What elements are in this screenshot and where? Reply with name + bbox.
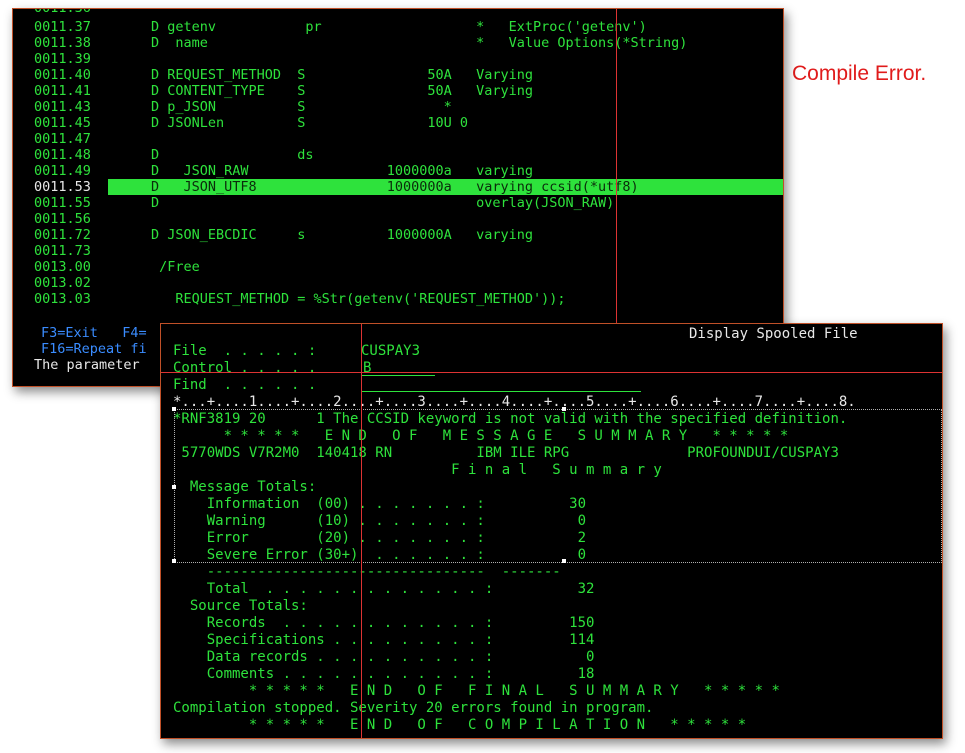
function-key-legend-2: F16=Repeat fi <box>41 341 147 357</box>
source-line-code[interactable]: D ds <box>151 147 314 163</box>
control-label: Control . . . . . <box>173 360 317 376</box>
window-title: Display Spooled File <box>689 326 858 342</box>
source-line-seq: 0011.43 <box>34 99 91 115</box>
source-line-code[interactable]: D getenv pr * ExtProc('getenv') <box>151 19 647 35</box>
source-line-seq: 0013.00 <box>34 259 91 275</box>
source-line-code[interactable]: D p_JSON S * <box>151 99 452 115</box>
source-line-seq: 0011.41 <box>34 83 91 99</box>
find-input[interactable] <box>361 391 641 392</box>
source-line-seq: 0011.55 <box>34 195 91 211</box>
source-line-code[interactable]: D JSONLen S 10U 0 <box>151 115 468 131</box>
file-value: CUSPAY3 <box>361 343 421 359</box>
spool-report-line: --------------------------------- ------… <box>173 564 561 580</box>
selection-handle[interactable] <box>172 407 176 411</box>
source-line-seq: 0013.02 <box>34 275 91 291</box>
selection-handle[interactable] <box>562 559 566 563</box>
file-label: File . . . . . : <box>173 343 317 359</box>
spool-report-line: Source Totals: <box>173 598 308 614</box>
cursor-crosshair-vertical <box>361 324 362 738</box>
source-line-code[interactable]: /Free <box>151 259 200 275</box>
selection-handle[interactable] <box>562 407 566 411</box>
spool-report-line: Compilation stopped. Severity 20 errors … <box>173 700 654 716</box>
display-spooled-file-window: Display Spooled File File . . . . . : CU… <box>160 323 943 739</box>
source-line-code[interactable]: D JSON_RAW 1000000a varying <box>151 163 533 179</box>
editor-message-line: The parameter <box>34 357 140 373</box>
source-line-seq: 0011.72 <box>34 227 91 243</box>
source-line-seq: 0011.48 <box>34 147 91 163</box>
spool-report-line: * * * * * E N D O F C O M P I L A T I O … <box>173 717 747 733</box>
selection-handle[interactable] <box>172 559 176 563</box>
source-line-code[interactable]: D name * Value Options(*String) <box>151 35 687 51</box>
source-line-seq: 0011.36 <box>34 8 91 16</box>
source-line-code[interactable]: D JSON_UTF8 1000000a varying ccsid(*utf8… <box>151 179 639 195</box>
source-line-code[interactable]: D CONTENT_TYPE S 50A Varying <box>151 83 533 99</box>
source-line-code[interactable]: REQUEST_METHOD = %Str(getenv('REQUEST_ME… <box>151 291 565 307</box>
source-line-seq: 0011.39 <box>34 51 91 67</box>
selection-rectangle <box>174 409 942 563</box>
function-key-legend-1: F3=Exit F4= <box>41 325 147 341</box>
spool-report-line: * * * * * E N D O F F I N A L S U M M A … <box>173 683 780 699</box>
source-line-seq: 0011.49 <box>34 163 91 179</box>
source-line-seq: 0011.56 <box>34 211 91 227</box>
spool-report-line: Total . . . . . . . . . . . . . : 32 <box>173 581 595 597</box>
find-label: Find . . . . . . <box>173 377 317 393</box>
source-line-seq: 0011.45 <box>34 115 91 131</box>
selection-handle[interactable] <box>172 485 176 489</box>
source-line-code[interactable]: D REQUEST_METHOD S 50A Varying <box>151 67 533 83</box>
spool-report-line: Records . . . . . . . . . . . . : 150 <box>173 615 595 631</box>
spool-report-line: Data records . . . . . . . . . . : 0 <box>173 649 595 665</box>
source-line-seq: 0011.53 <box>34 179 91 195</box>
cursor-crosshair-horizontal <box>161 372 942 373</box>
spool-report-line: Comments . . . . . . . . . . . . : 18 <box>173 666 595 682</box>
source-line-seq: 0011.37 <box>34 19 91 35</box>
source-line-seq: 0011.73 <box>34 243 91 259</box>
source-line-seq: 0011.38 <box>34 35 91 51</box>
spool-report-line: Specifications . . . . . . . . . : 114 <box>173 632 595 648</box>
control-input-underline <box>361 375 435 376</box>
compile-error-annotation: Compile Error. <box>792 62 927 85</box>
source-line-code[interactable]: D JSON_EBCDIC s 1000000A varying <box>151 227 533 243</box>
source-line-seq: 0011.40 <box>34 67 91 83</box>
source-line-code[interactable]: D overlay(JSON_RAW) <box>151 195 614 211</box>
source-line-seq: 0013.03 <box>34 291 91 307</box>
source-line-seq: 0011.47 <box>34 131 91 147</box>
